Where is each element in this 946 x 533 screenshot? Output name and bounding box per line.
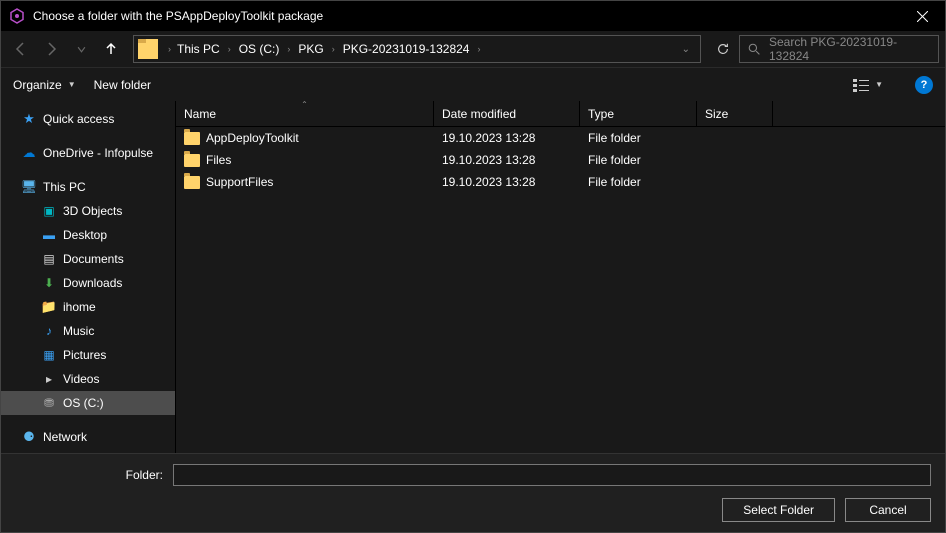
titlebar: Choose a folder with the PSAppDeployTool… bbox=[1, 1, 945, 31]
folder-icon bbox=[184, 176, 200, 189]
chevron-down-icon: ▼ bbox=[875, 80, 883, 89]
sidebar-item-os-c[interactable]: ⛃ OS (C:) bbox=[1, 391, 175, 415]
organize-button[interactable]: Organize ▼ bbox=[13, 78, 76, 92]
close-button[interactable] bbox=[900, 1, 945, 31]
sidebar: ★ Quick access ☁ OneDrive - Infopulse 🖥 … bbox=[1, 101, 176, 453]
chevron-right-icon: › bbox=[330, 44, 337, 54]
cancel-button[interactable]: Cancel bbox=[845, 498, 931, 522]
chevron-right-icon: › bbox=[475, 44, 482, 54]
sidebar-item-documents[interactable]: ▤ Documents bbox=[1, 247, 175, 271]
download-icon: ⬇ bbox=[41, 275, 57, 291]
folder-label: Folder: bbox=[15, 468, 163, 482]
cloud-icon: ☁ bbox=[21, 145, 37, 161]
navbar: › This PC › OS (C:) › PKG › PKG-20231019… bbox=[1, 31, 945, 67]
column-type[interactable]: Type bbox=[580, 101, 697, 126]
chevron-down-icon: ▼ bbox=[68, 80, 76, 89]
pc-icon: 🖥 bbox=[21, 179, 37, 195]
address-dropdown[interactable]: ⌄ bbox=[682, 44, 690, 55]
disk-icon: ⛃ bbox=[41, 395, 57, 411]
search-placeholder: Search PKG-20231019-132824 bbox=[769, 35, 930, 63]
sidebar-item-this-pc[interactable]: 🖥 This PC bbox=[1, 175, 175, 199]
app-icon bbox=[9, 8, 25, 24]
music-icon: ♪ bbox=[41, 323, 57, 339]
video-icon: ▸ bbox=[41, 371, 57, 387]
folder-icon bbox=[138, 39, 158, 59]
sidebar-item-onedrive[interactable]: ☁ OneDrive - Infopulse bbox=[1, 141, 175, 165]
breadcrumb: This PC › OS (C:) › PKG › PKG-20231019-1… bbox=[173, 42, 676, 56]
cube-icon: ▣ bbox=[41, 203, 57, 219]
sidebar-item-desktop[interactable]: ▬ Desktop bbox=[1, 223, 175, 247]
folder-icon: 📁 bbox=[41, 299, 57, 315]
file-row[interactable]: AppDeployToolkit 19.10.2023 13:28 File f… bbox=[176, 127, 945, 149]
folder-icon bbox=[184, 154, 200, 167]
toolbar: Organize ▼ New folder ▼ ? bbox=[1, 67, 945, 101]
desktop-icon: ▬ bbox=[41, 227, 57, 243]
bottom-panel: Folder: Select Folder Cancel bbox=[1, 453, 945, 532]
picture-icon: ▦ bbox=[41, 347, 57, 363]
sidebar-item-quick-access[interactable]: ★ Quick access bbox=[1, 107, 175, 131]
up-button[interactable] bbox=[97, 35, 125, 63]
titlebar-title: Choose a folder with the PSAppDeployTool… bbox=[33, 9, 900, 23]
help-button[interactable]: ? bbox=[915, 76, 933, 94]
forward-button[interactable] bbox=[37, 35, 65, 63]
breadcrumb-item[interactable]: PKG bbox=[294, 42, 327, 56]
sidebar-item-pictures[interactable]: ▦ Pictures bbox=[1, 343, 175, 367]
sort-indicator-icon: ⌃ bbox=[301, 101, 308, 109]
back-button[interactable] bbox=[7, 35, 35, 63]
column-name[interactable]: Name ⌃ bbox=[176, 101, 434, 126]
star-icon: ★ bbox=[21, 111, 37, 127]
document-icon: ▤ bbox=[41, 251, 57, 267]
file-row[interactable]: Files 19.10.2023 13:28 File folder bbox=[176, 149, 945, 171]
column-date[interactable]: Date modified bbox=[434, 101, 580, 126]
search-input[interactable]: Search PKG-20231019-132824 bbox=[739, 35, 939, 63]
sidebar-item-music[interactable]: ♪ Music bbox=[1, 319, 175, 343]
address-bar[interactable]: › This PC › OS (C:) › PKG › PKG-20231019… bbox=[133, 35, 701, 63]
search-icon bbox=[748, 43, 761, 56]
sidebar-item-network[interactable]: ⚈ Network bbox=[1, 425, 175, 449]
chevron-right-icon: › bbox=[166, 44, 173, 54]
sidebar-item-3d-objects[interactable]: ▣ 3D Objects bbox=[1, 199, 175, 223]
file-list: Name ⌃ Date modified Type Size AppDeploy… bbox=[176, 101, 945, 453]
file-row[interactable]: SupportFiles 19.10.2023 13:28 File folde… bbox=[176, 171, 945, 193]
breadcrumb-item[interactable]: This PC bbox=[173, 42, 224, 56]
sidebar-item-videos[interactable]: ▸ Videos bbox=[1, 367, 175, 391]
recent-dropdown[interactable] bbox=[67, 35, 95, 63]
chevron-right-icon: › bbox=[285, 44, 292, 54]
breadcrumb-item[interactable]: PKG-20231019-132824 bbox=[339, 42, 474, 56]
column-size[interactable]: Size bbox=[697, 101, 773, 126]
folder-icon bbox=[184, 132, 200, 145]
refresh-button[interactable] bbox=[709, 35, 737, 63]
sidebar-item-downloads[interactable]: ⬇ Downloads bbox=[1, 271, 175, 295]
select-folder-button[interactable]: Select Folder bbox=[722, 498, 835, 522]
folder-input[interactable] bbox=[173, 464, 931, 486]
breadcrumb-item[interactable]: OS (C:) bbox=[235, 42, 284, 56]
column-headers: Name ⌃ Date modified Type Size bbox=[176, 101, 945, 127]
sidebar-item-ihome[interactable]: 📁 ihome bbox=[1, 295, 175, 319]
chevron-right-icon: › bbox=[226, 44, 233, 54]
view-options-button[interactable]: ▼ bbox=[853, 78, 883, 92]
new-folder-button[interactable]: New folder bbox=[94, 78, 151, 92]
network-icon: ⚈ bbox=[21, 429, 37, 445]
